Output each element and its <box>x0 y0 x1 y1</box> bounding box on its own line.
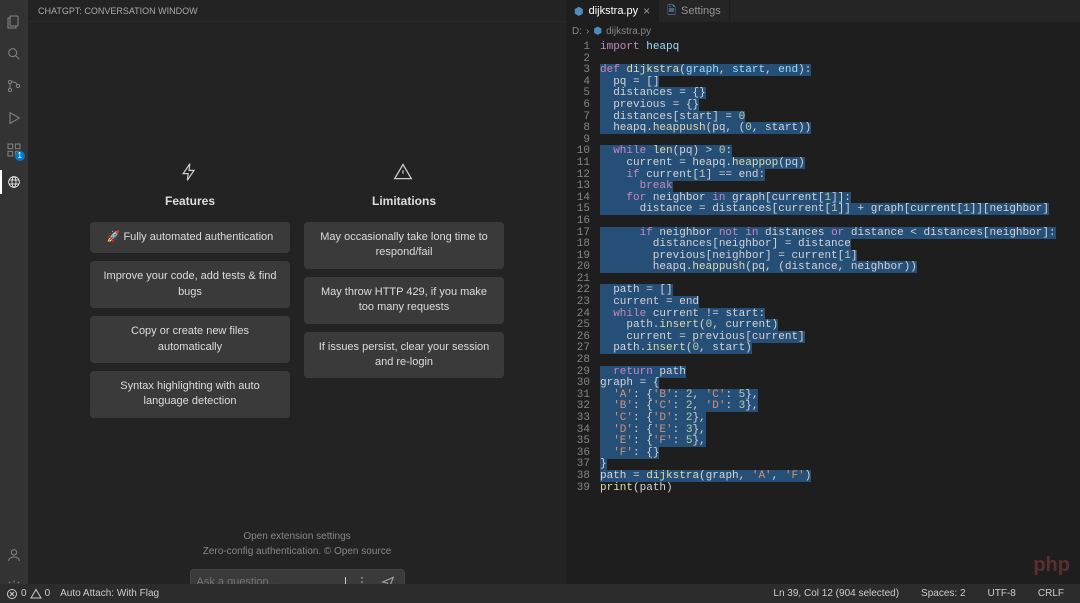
status-bar: 0 0 Auto Attach: With Flag Ln 39, Col 12… <box>0 584 1080 603</box>
settings-link[interactable]: Open extension settings <box>203 531 392 542</box>
search-icon[interactable] <box>2 42 26 66</box>
python-file-icon: ⬢ <box>574 5 584 18</box>
limitation-card: May throw HTTP 429, if you make too many… <box>304 277 504 324</box>
auto-attach-status[interactable]: Auto Attach: With Flag <box>60 588 159 599</box>
run-debug-icon[interactable] <box>2 106 26 130</box>
tab-label: Settings <box>681 5 721 17</box>
eol-status[interactable]: CRLF <box>1038 588 1064 599</box>
encoding-status[interactable]: UTF-8 <box>988 588 1016 599</box>
limitations-title: Limitations <box>372 194 436 208</box>
features-title: Features <box>165 194 215 208</box>
cursor-position[interactable]: Ln 39, Col 12 (904 selected) <box>773 588 899 599</box>
breadcrumb-file: dijkstra.py <box>606 26 651 37</box>
tab-label: dijkstra.py <box>589 5 639 17</box>
feature-card[interactable]: Improve your code, add tests & find bugs <box>90 261 290 308</box>
extensions-icon[interactable]: 1 <box>2 138 26 162</box>
close-icon[interactable]: × <box>643 4 650 18</box>
problems-status[interactable]: 0 0 <box>6 588 50 600</box>
code-content[interactable]: import heapq def dijkstra(graph, start, … <box>600 42 1080 603</box>
account-icon[interactable] <box>2 543 26 567</box>
tab-dijkstra[interactable]: ⬢ dijkstra.py × <box>566 0 659 22</box>
lightning-icon <box>179 162 201 184</box>
settings-file-icon: 🗎 <box>667 2 676 21</box>
feature-card[interactable]: Syntax highlighting with auto language d… <box>90 371 290 418</box>
tab-bar: ⬢ dijkstra.py × 🗎 Settings <box>566 0 1080 22</box>
source-control-icon[interactable] <box>2 74 26 98</box>
features-column: Features 🚀 Fully automated authenticatio… <box>90 162 290 426</box>
limitation-card: May occasionally take long time to respo… <box>304 222 504 269</box>
chatgpt-icon[interactable] <box>2 170 26 194</box>
warning-icon <box>393 162 415 184</box>
chat-panel: CHATGPT: CONVERSATION WINDOW Features 🚀 … <box>28 0 566 603</box>
limitations-column: Limitations May occasionally take long t… <box>304 162 504 426</box>
breadcrumb[interactable]: D:› ⬢ dijkstra.py <box>566 22 1080 40</box>
feature-card[interactable]: 🚀 Fully automated authentication <box>90 222 290 253</box>
indentation-status[interactable]: Spaces: 2 <box>921 588 965 599</box>
activity-bar: 1 <box>0 0 28 603</box>
watermark: php <box>1033 554 1070 577</box>
line-numbers: 1234567891011121314151617181920212223242… <box>566 42 600 603</box>
code-editor[interactable]: 1234567891011121314151617181920212223242… <box>566 40 1080 603</box>
tab-settings[interactable]: 🗎 Settings <box>659 0 730 22</box>
extensions-badge: 1 <box>15 151 25 161</box>
limitation-card: If issues persist, clear your session an… <box>304 332 504 379</box>
auth-info: Zero-config authentication. © Open sourc… <box>203 546 392 557</box>
feature-card[interactable]: Copy or create new files automatically <box>90 316 290 363</box>
python-file-icon: ⬢ <box>593 26 602 37</box>
breadcrumb-root: D: <box>572 26 582 37</box>
welcome-screen: Features 🚀 Fully automated authenticatio… <box>28 22 566 603</box>
explorer-icon[interactable] <box>2 10 26 34</box>
editor-group: ⬢ dijkstra.py × 🗎 Settings D:› ⬢ dijkstr… <box>566 0 1080 603</box>
panel-title: CHATGPT: CONVERSATION WINDOW <box>28 0 566 22</box>
